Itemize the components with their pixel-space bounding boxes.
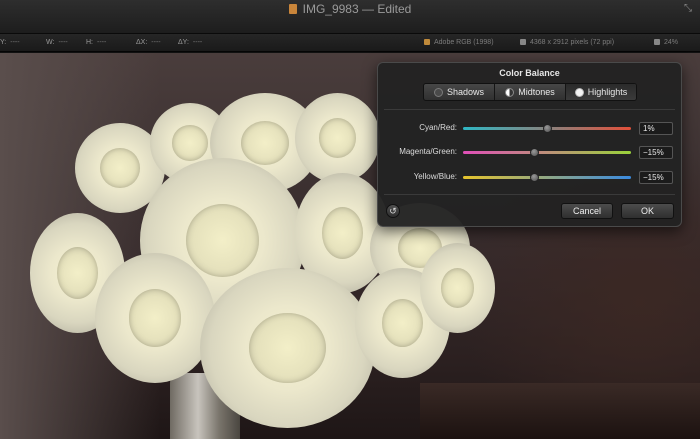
color-profile[interactable]: Adobe RGB (1998)	[424, 39, 494, 46]
tone-range-selector: Shadows Midtones Highlights	[423, 83, 637, 101]
magenta-green-slider[interactable]	[463, 148, 631, 157]
zoom-icon	[654, 39, 660, 45]
image-dimensions[interactable]: 4368 x 2912 pixels (72 ppi)	[520, 39, 614, 46]
rose-flower	[295, 93, 380, 183]
magenta-green-slider-handle[interactable]	[529, 148, 539, 157]
slider-row-yellow-blue: Yellow/Blue: −15%	[378, 171, 683, 185]
midtones-half-dot-icon	[505, 87, 515, 97]
cyan-red-slider[interactable]	[463, 124, 631, 133]
yellow-blue-slider[interactable]	[463, 173, 631, 182]
rose-flower	[420, 243, 495, 333]
dimensions-icon	[520, 39, 526, 45]
dialog-title: Color Balance	[499, 68, 560, 78]
fullscreen-icon[interactable]: ⤡	[682, 3, 694, 15]
cyan-red-value-field[interactable]: 1%	[639, 122, 673, 135]
shadows-dot-icon	[433, 87, 443, 97]
magenta-green-label: Magenta/Green:	[399, 147, 457, 156]
height-field: H: ----	[86, 39, 107, 46]
yellow-blue-slider-handle[interactable]	[529, 173, 539, 182]
window-title: IMG_9983 — Edited	[0, 2, 700, 16]
tab-highlights-label: Highlights	[587, 87, 628, 97]
yellow-blue-value-field[interactable]: −15%	[639, 171, 673, 184]
color-profile-icon	[424, 39, 430, 45]
divider	[384, 194, 675, 195]
cyan-red-label: Cyan/Red:	[419, 123, 457, 132]
magenta-green-value-field[interactable]: −15%	[639, 146, 673, 159]
document-icon	[288, 4, 297, 14]
width-field: W: ----	[46, 39, 68, 46]
cyan-red-slider-handle[interactable]	[543, 124, 553, 133]
delta-x-field: ΔX: ----	[136, 39, 161, 46]
tab-highlights[interactable]: Highlights	[566, 84, 636, 100]
delta-y-field: ΔY: ----	[178, 39, 203, 46]
slider-row-cyan-red: Cyan/Red: 1%	[378, 122, 683, 136]
color-balance-dialog: Color Balance Shadows Midtones Highlight…	[377, 62, 682, 227]
info-bar: Y: ---- W: ---- H: ---- ΔX: ---- ΔY: ---- Ado…	[0, 34, 700, 52]
tab-midtones[interactable]: Midtones	[495, 84, 566, 100]
tab-midtones-label: Midtones	[518, 87, 555, 97]
slider-row-magenta-green: Magenta/Green: −15%	[378, 146, 683, 160]
cancel-button[interactable]: Cancel	[561, 203, 613, 219]
window-title-text: IMG_9983 — Edited	[302, 2, 412, 16]
title-bar: IMG_9983 — Edited ⤡	[0, 0, 700, 34]
highlights-dot-icon	[574, 87, 584, 97]
y-field: Y: ----	[0, 39, 20, 46]
rose-flower	[200, 268, 375, 428]
tab-shadows-label: Shadows	[446, 87, 485, 97]
background-table	[420, 383, 700, 439]
yellow-blue-label: Yellow/Blue:	[413, 172, 457, 181]
rose-flower	[95, 253, 215, 383]
ok-button[interactable]: OK	[621, 203, 674, 219]
divider	[384, 109, 675, 110]
tab-shadows[interactable]: Shadows	[424, 84, 495, 100]
reset-arrow-icon[interactable]: ↺	[386, 204, 400, 218]
zoom-level[interactable]: 24%	[654, 39, 678, 46]
